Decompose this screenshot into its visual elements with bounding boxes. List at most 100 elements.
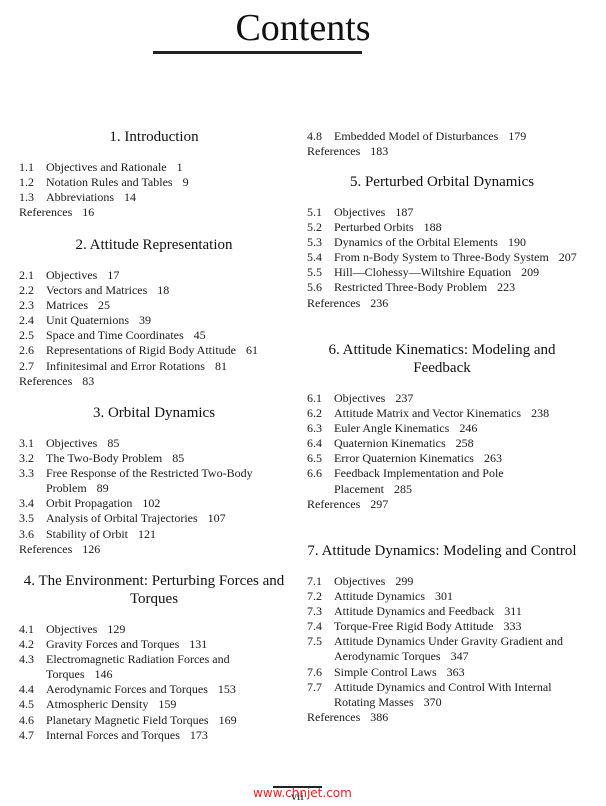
section-title-wrap: Dynamics of the Orbital Elements 190 — [334, 235, 526, 250]
toc-entry[interactable]: 7.7 Attitude Dynamics and Control With In… — [307, 680, 577, 710]
toc-entry[interactable]: 4.4 Aerodynamic Forces and Torques 153 — [19, 682, 289, 697]
section-number: 6.1 — [307, 391, 322, 405]
toc-entry[interactable]: 4.6 Planetary Magnetic Field Torques 169 — [19, 713, 289, 728]
toc-entry[interactable]: 7.1 Objectives 299 — [307, 574, 577, 589]
toc-entry[interactable]: 3.5 Analysis of Orbital Trajectories 107 — [19, 511, 289, 526]
references-entry[interactable]: References 297 — [307, 497, 577, 512]
section-number: 7.3 — [307, 604, 322, 619]
page-ref: 363 — [446, 664, 465, 679]
page-ref: 311 — [504, 604, 522, 619]
toc-entry[interactable]: 4.1 Objectives 129 — [19, 622, 289, 637]
toc-entry[interactable]: 3.3 Free Response of the Restricted Two-B… — [19, 466, 289, 496]
section-title: Objectives — [46, 268, 98, 282]
toc-entry[interactable]: 5.4 From n-Body System to Three-Body Syst… — [307, 250, 577, 265]
page-ref: 183 — [370, 144, 389, 159]
section-number: 5.3 — [307, 235, 322, 250]
chapter-heading: 5. Perturbed Orbital Dynamics — [349, 174, 535, 190]
page-ref: 246 — [459, 421, 478, 436]
toc-entry[interactable]: 6.1 Objectives 237 — [307, 391, 577, 406]
toc-entry[interactable]: 6.6 Feedback Implementation and Pole Plac… — [307, 466, 577, 496]
references-label: References — [307, 295, 361, 310]
page-ref: 190 — [507, 235, 526, 250]
references-entry[interactable]: References 126 — [19, 542, 289, 557]
toc-entry[interactable]: 3.1 Objectives 85 — [19, 436, 289, 451]
section-number: 6.6 — [307, 466, 322, 481]
toc-entry[interactable]: 2.7 Infinitesimal and Error Rotations 81 — [19, 359, 289, 374]
toc-entry[interactable]: 1.1 Objectives and Rationale 1 — [19, 160, 289, 175]
section-number: 4.3 — [19, 652, 34, 667]
page-ref: 258 — [455, 436, 474, 451]
toc-entry[interactable]: 5.3 Dynamics of the Orbital Elements 190 — [307, 235, 577, 250]
toc-entry[interactable]: 2.6 Representations of Rigid Body Attitud… — [19, 343, 289, 358]
section-title-wrap: Unit Quaternions 39 — [46, 313, 151, 328]
toc-entry[interactable]: 2.3 Matrices 25 — [19, 298, 289, 313]
section-title-wrap: Abbreviations 14 — [46, 190, 136, 205]
chapter-heading: 3. Orbital Dynamics — [92, 405, 216, 421]
toc-entry[interactable]: 3.2 The Two-Body Problem 85 — [19, 451, 289, 466]
toc-entry-list: 4.8 Embedded Model of Disturbances 179 Refe… — [307, 129, 577, 159]
page-ref: 85 — [172, 451, 185, 466]
section-title-wrap: From n-Body System to Three-Body System 2… — [334, 250, 577, 265]
section-number: 5.5 — [307, 265, 322, 280]
toc-entry[interactable]: 2.1 Objectives 17 — [19, 268, 289, 283]
toc-entry[interactable]: 5.5 Hill—Clohessy—Wiltshire Equation 209 — [307, 265, 577, 280]
toc-entry[interactable]: 4.7 Internal Forces and Torques 173 — [19, 728, 289, 743]
page-ref: 386 — [370, 709, 389, 724]
toc-entry[interactable]: 4.8 Embedded Model of Disturbances 179 — [307, 129, 577, 144]
page-ref: 297 — [370, 496, 389, 511]
references-entry[interactable]: References 236 — [307, 296, 577, 311]
toc-entry[interactable]: 7.6 Simple Control Laws 363 — [307, 665, 577, 680]
section-title: Embedded Model of Disturbances — [334, 129, 499, 143]
toc-entry[interactable]: 2.5 Space and Time Coordinates 45 — [19, 328, 289, 343]
page-ref: 333 — [503, 619, 522, 634]
section-title: Euler Angle Kinematics — [334, 421, 450, 436]
toc-entry[interactable]: 7.2 Attitude Dynamics 301 — [307, 589, 577, 604]
toc-entry[interactable]: 5.2 Perturbed Orbits 188 — [307, 220, 577, 235]
references-entry[interactable]: References 83 — [19, 374, 289, 389]
toc-entry[interactable]: 3.4 Orbit Propagation 102 — [19, 496, 289, 511]
toc-entry[interactable]: 4.5 Atmospheric Density 159 — [19, 697, 289, 712]
section-title-wrap: Simple Control Laws 363 — [334, 665, 465, 680]
page-ref: 153 — [217, 682, 236, 697]
toc-entry[interactable]: 3.6 Stability of Orbit 121 — [19, 527, 289, 542]
references-entry[interactable]: References 386 — [307, 710, 577, 725]
section-number: 7.4 — [307, 619, 322, 634]
toc-entry[interactable]: 6.2 Attitude Matrix and Vector Kinematics… — [307, 406, 577, 421]
references-entry[interactable]: References 16 — [19, 205, 289, 220]
toc-entry[interactable]: 5.1 Objectives 187 — [307, 205, 577, 220]
toc-entry[interactable]: 7.4 Torque-Free Rigid Body Attitude 333 — [307, 619, 577, 634]
toc-entry[interactable]: 2.4 Unit Quaternions 39 — [19, 313, 289, 328]
toc-entry-list: 7.1 Objectives 299 7.2 Attitude Dynamics 301 7… — [307, 574, 577, 725]
section-title: Attitude Dynamics — [334, 589, 425, 604]
section-number: 7.1 — [307, 574, 322, 588]
section-title-wrap: Atmospheric Density 159 — [46, 697, 176, 712]
toc-entry[interactable]: 7.3 Attitude Dynamics and Feedback 311 — [307, 604, 577, 619]
section-number: 1.3 — [19, 190, 34, 205]
toc-entry[interactable]: 4.3 Electromagnetic Radiation Forces and … — [19, 652, 289, 682]
toc-entry[interactable]: 6.4 Quaternion Kinematics 258 — [307, 436, 577, 451]
references-label: References — [19, 541, 73, 556]
section-number: 6.2 — [307, 406, 322, 421]
toc-entry[interactable]: 1.3 Abbreviations 14 — [19, 190, 289, 205]
toc-entry[interactable]: 7.5 Attitude Dynamics Under Gravity Gradi… — [307, 634, 577, 664]
section-title-wrap: Objectives 129 — [46, 622, 125, 637]
chapter-heading: 4. The Environment: Perturbing Forces an… — [23, 573, 285, 607]
section-number: 4.5 — [19, 697, 34, 712]
section-title-wrap: Attitude Dynamics and Control With Inter… — [334, 680, 577, 710]
title-underline — [153, 51, 362, 54]
section-title: Planetary Magnetic Field Torques — [46, 712, 209, 727]
toc-entry-list: 6.1 Objectives 237 6.2 Attitude Matrix and V… — [307, 391, 577, 512]
toc-entry[interactable]: 6.5 Error Quaternion Kinematics 263 — [307, 451, 577, 466]
page-ref: 187 — [395, 205, 414, 219]
toc-entry[interactable]: 4.2 Gravity Forces and Torques 131 — [19, 637, 289, 652]
page-ref: 1 — [176, 160, 183, 174]
toc-entry[interactable]: 5.6 Restricted Three-Body Problem 223 — [307, 280, 577, 295]
toc-entry[interactable]: 2.2 Vectors and Matrices 18 — [19, 283, 289, 298]
section-title-wrap: Aerodynamic Forces and Torques 153 — [46, 682, 236, 697]
section-title: Atmospheric Density — [46, 697, 149, 712]
toc-entry[interactable]: 6.3 Euler Angle Kinematics 246 — [307, 421, 577, 436]
toc-entry[interactable]: 1.2 Notation Rules and Tables 9 — [19, 175, 289, 190]
references-entry[interactable]: References 183 — [307, 144, 577, 159]
section-title-wrap: Restricted Three-Body Problem 223 — [334, 280, 515, 295]
section-title-wrap: Torque-Free Rigid Body Attitude 333 — [334, 619, 521, 634]
